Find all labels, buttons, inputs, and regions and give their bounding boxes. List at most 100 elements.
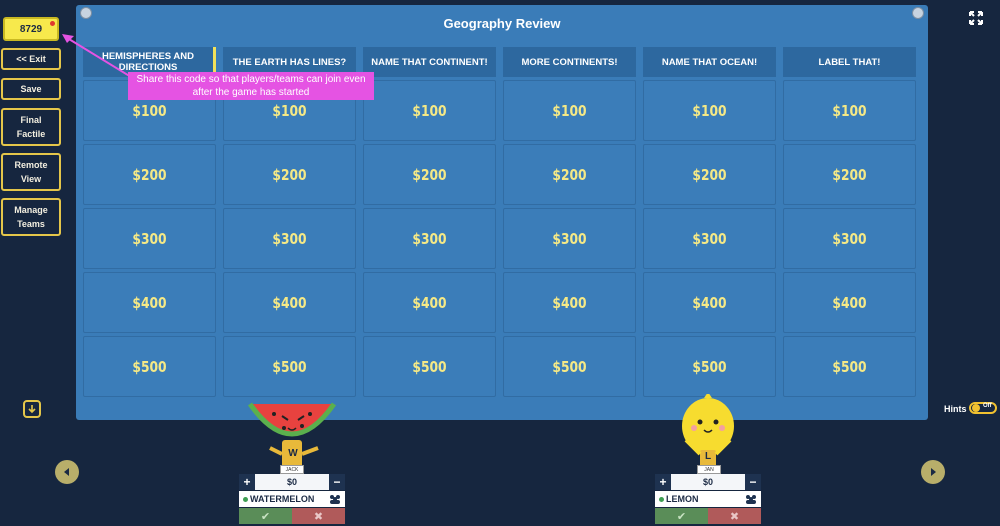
clue-tile[interactable]: $500 <box>643 336 776 397</box>
clue-tile[interactable]: $100 <box>503 80 636 141</box>
clue-value: $100 <box>692 101 727 120</box>
next-arrow-button[interactable] <box>921 460 945 484</box>
incorrect-button[interactable]: ✖ <box>292 508 345 524</box>
clue-tile[interactable]: $300 <box>223 208 356 269</box>
team-name-row: WATERMELON <box>239 491 345 507</box>
subtract-points-button[interactable]: − <box>329 474 345 490</box>
clue-value: $500 <box>692 357 727 376</box>
clue-tile[interactable]: $400 <box>783 272 916 333</box>
add-points-button[interactable]: + <box>239 474 255 490</box>
clue-tile[interactable]: $200 <box>83 144 216 205</box>
fullscreen-icon[interactable] <box>968 10 984 26</box>
clue-value: $500 <box>832 357 867 376</box>
clue-value: $100 <box>412 101 447 120</box>
clue-value: $300 <box>552 229 587 248</box>
final-factile-button[interactable]: Final Factile <box>1 108 61 146</box>
clue-value: $400 <box>132 293 167 312</box>
clue-tile[interactable]: $100 <box>783 80 916 141</box>
status-dot <box>243 496 248 502</box>
team-panel: + $0 − WATERMELON ✔ ✖ <box>239 474 345 524</box>
status-dot <box>659 496 664 502</box>
chevron-right-icon <box>931 468 936 476</box>
clue-tile[interactable]: $400 <box>643 272 776 333</box>
manage-teams-button[interactable]: Manage Teams <box>1 198 61 236</box>
clue-tile[interactable]: $300 <box>83 208 216 269</box>
clue-value: $200 <box>272 165 307 184</box>
clue-tile[interactable]: $400 <box>503 272 636 333</box>
clue-tile[interactable]: $200 <box>363 144 496 205</box>
check-icon: ✔ <box>260 510 271 523</box>
clue-value: $300 <box>132 229 167 248</box>
clue-tile[interactable]: $200 <box>783 144 916 205</box>
category-header[interactable]: NAME THAT OCEAN! <box>643 47 776 77</box>
game-code: 8729 <box>19 23 43 35</box>
clue-tile[interactable]: $500 <box>783 336 916 397</box>
clue-tile[interactable]: $100 <box>643 80 776 141</box>
correct-button[interactable]: ✔ <box>239 508 292 524</box>
subtract-points-button[interactable]: − <box>745 474 761 490</box>
clue-tile[interactable]: $400 <box>83 272 216 333</box>
save-button[interactable]: Save <box>1 78 61 100</box>
remote-view-button[interactable]: Remote View <box>1 153 61 191</box>
clue-tile[interactable]: $500 <box>503 336 636 397</box>
team-score: $0 <box>702 477 713 487</box>
clue-tile[interactable]: $300 <box>503 208 636 269</box>
score-row: + $0 − <box>239 474 345 490</box>
chevron-left-icon <box>64 468 69 476</box>
clue-tile[interactable]: $500 <box>363 336 496 397</box>
clue-tile[interactable]: $400 <box>363 272 496 333</box>
clue-tile[interactable]: $200 <box>503 144 636 205</box>
clue-tile[interactable]: $200 <box>223 144 356 205</box>
team-score: $0 <box>286 477 297 487</box>
clue-value: $400 <box>832 293 867 312</box>
team-name-row: LEMON <box>655 491 761 507</box>
team-name[interactable]: LEMON <box>666 494 699 504</box>
clue-tile[interactable]: $300 <box>783 208 916 269</box>
category-header[interactable]: NAME THAT CONTINENT! <box>363 47 496 77</box>
clue-tile[interactable]: $200 <box>643 144 776 205</box>
add-points-button[interactable]: + <box>655 474 671 490</box>
clue-value: $400 <box>552 293 587 312</box>
clue-value: $300 <box>832 229 867 248</box>
correct-button[interactable]: ✔ <box>655 508 708 524</box>
clue-value: $500 <box>272 357 307 376</box>
pin-icon <box>80 7 92 19</box>
notification-dot <box>50 21 55 26</box>
clue-value: $100 <box>552 101 587 120</box>
previous-arrow-button[interactable] <box>55 460 79 484</box>
judge-row: ✔ ✖ <box>655 508 761 524</box>
hints-state: Off <box>983 403 992 409</box>
check-icon: ✔ <box>676 510 687 523</box>
clue-tile[interactable]: $300 <box>643 208 776 269</box>
team-members-icon[interactable] <box>329 494 341 506</box>
category-header[interactable]: LABEL THAT! <box>783 47 916 77</box>
game-code-badge[interactable]: 8729 <box>3 17 59 41</box>
incorrect-button[interactable]: ✖ <box>708 508 761 524</box>
clue-tile[interactable]: $400 <box>223 272 356 333</box>
category-header[interactable]: MORE CONTINENTS! <box>503 47 636 77</box>
clue-value: $400 <box>692 293 727 312</box>
judge-row: ✔ ✖ <box>239 508 345 524</box>
pin-icon <box>912 7 924 19</box>
clue-value: $200 <box>412 165 447 184</box>
board-title: Geography Review <box>443 15 561 31</box>
hints-toggle[interactable]: Off <box>969 402 997 414</box>
exit-button[interactable]: << Exit <box>1 48 61 70</box>
down-arrow-button[interactable] <box>23 400 41 418</box>
clue-value: $200 <box>832 165 867 184</box>
clue-tile[interactable]: $300 <box>363 208 496 269</box>
close-icon: ✖ <box>313 510 324 523</box>
team-members-icon[interactable] <box>745 494 757 506</box>
clue-tile[interactable]: $500 <box>83 336 216 397</box>
tooltip-pointer-arrow <box>62 34 137 81</box>
team-name[interactable]: WATERMELON <box>250 494 314 504</box>
player-tag: JAN <box>697 465 721 474</box>
clue-value: $400 <box>272 293 307 312</box>
team-panel: + $0 − LEMON ✔ ✖ <box>655 474 761 524</box>
team-avatar-letter: W <box>288 448 298 459</box>
game-board: Geography Review HEMISPHERES AND DIRECTI… <box>76 5 928 420</box>
clue-tile[interactable]: $500 <box>223 336 356 397</box>
clue-value: $100 <box>832 101 867 120</box>
arrow-down-icon <box>28 405 36 414</box>
clue-tile[interactable]: $100 <box>363 80 496 141</box>
